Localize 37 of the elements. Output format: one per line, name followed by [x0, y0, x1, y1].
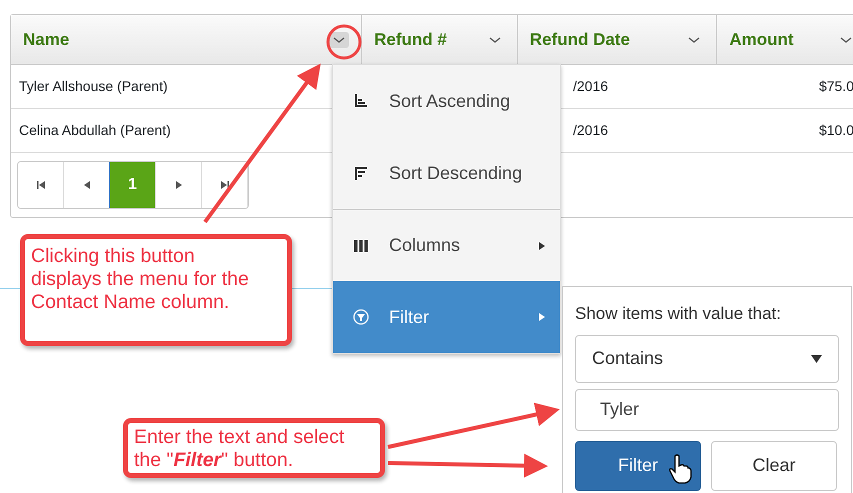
column-header[interactable]: Refund # — [374, 26, 447, 52]
menu-item[interactable]: Filter — [333, 281, 560, 353]
table-cell: /2016 — [573, 122, 608, 138]
caret-icon — [839, 34, 853, 44]
filter-button[interactable]: Filter — [575, 440, 701, 490]
column-header[interactable]: Amount — [729, 26, 794, 52]
operator-dropdown[interactable]: Contains — [575, 334, 839, 382]
column-header[interactable]: Name — [23, 26, 70, 52]
table-cell: $75.0 — [818, 78, 853, 94]
caret-icon — [332, 34, 346, 44]
filter-label: Show items with value that: — [575, 303, 782, 325]
table-cell: /2016 — [573, 78, 608, 94]
columns-icon — [353, 238, 369, 254]
dropdown-arrow-icon — [811, 354, 822, 362]
clear-button[interactable]: Clear — [711, 440, 837, 490]
sort-descending-icon — [353, 165, 369, 181]
table-cell: Celina Abdullah (Parent) — [19, 122, 171, 138]
caret-icon — [687, 34, 702, 44]
filter-input[interactable]: Tyler — [575, 388, 839, 430]
table-cell: Tyler Allshouse (Parent) — [19, 78, 168, 94]
highlight-circle — [326, 24, 362, 60]
column-menu-button[interactable] — [329, 32, 350, 48]
menu-item[interactable]: Sort Descending — [333, 137, 560, 209]
previous-icon — [82, 180, 90, 190]
sort-ascending-icon — [353, 93, 369, 109]
filter-icon — [353, 309, 369, 325]
last-page-icon — [220, 180, 230, 190]
callout-note: Clicking this button displays the menu for the Contact Name column. — [20, 234, 292, 346]
callout-note: Enter the text and select the "Filter" button. — [123, 418, 385, 478]
caret-icon — [488, 34, 502, 44]
hand-cursor-icon — [668, 454, 692, 484]
menu-item[interactable]: Sort Ascending — [333, 65, 560, 137]
page-button[interactable]: 1 — [110, 162, 156, 208]
column-header[interactable]: Refund Date — [530, 26, 630, 52]
first-page-icon — [36, 180, 46, 190]
next-icon — [174, 180, 182, 190]
table-cell: $10.0 — [818, 122, 853, 138]
